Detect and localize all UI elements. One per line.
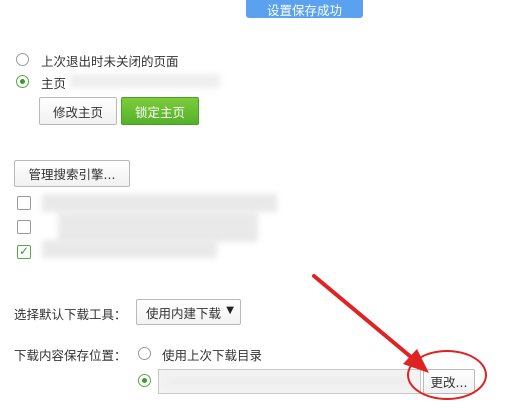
annotation-overlay (312, 274, 429, 373)
red-arrow-shaft (312, 274, 419, 364)
highlight-ellipse (407, 350, 487, 400)
